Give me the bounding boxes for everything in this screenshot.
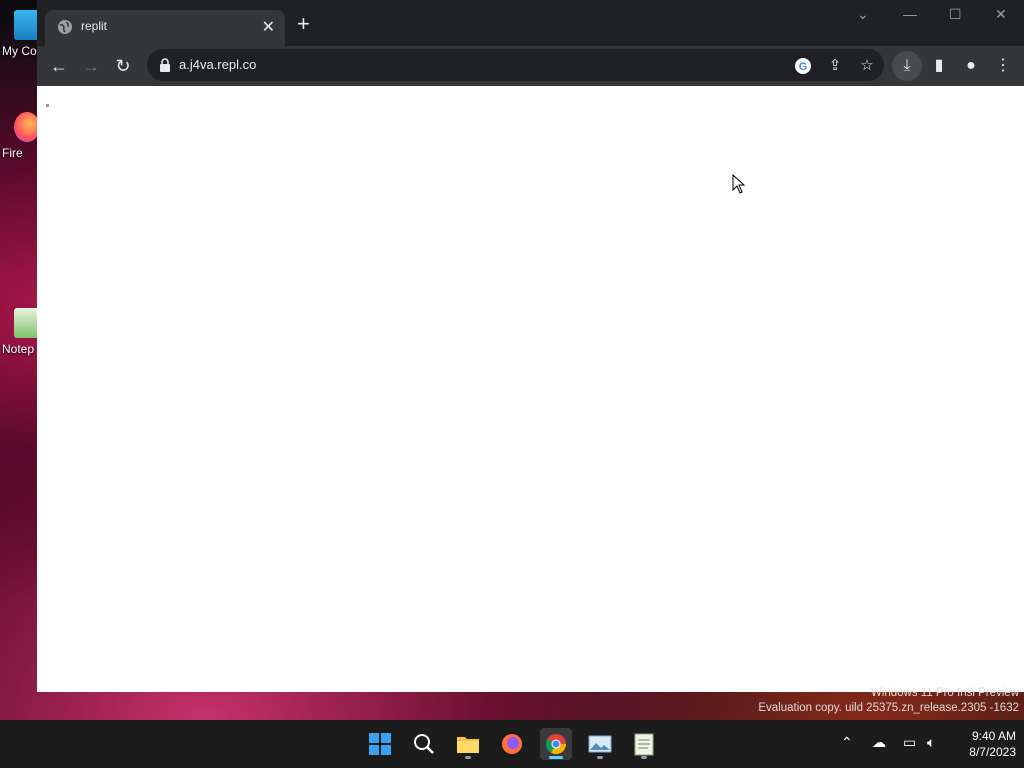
- start-button[interactable]: [364, 728, 396, 760]
- page-content: [37, 86, 1024, 692]
- close-window-button[interactable]: ✕: [995, 6, 1007, 23]
- desktop-icon-label: My Co: [2, 44, 37, 58]
- url-text: a.j4va.repl.co: [179, 57, 257, 72]
- address-bar[interactable]: a.j4va.repl.co G ⇪ ☆: [147, 49, 884, 81]
- clock-time: 9:40 AM: [971, 729, 1016, 743]
- minimize-button[interactable]: —: [903, 6, 917, 22]
- profile-avatar-icon[interactable]: ●: [959, 54, 983, 78]
- tab-strip: replit ✕ + ⌄ — ☐ ✕: [37, 0, 1024, 46]
- tab-title: replit: [81, 19, 108, 33]
- notepad-button[interactable]: [628, 728, 660, 760]
- tab-close-icon[interactable]: ✕: [262, 17, 275, 37]
- google-lens-icon[interactable]: G: [794, 57, 812, 75]
- taskbar: ⌃ ☁ ▭ 🔈︎ 9:40 AM 8/7/2023: [0, 720, 1024, 768]
- desktop-icon-my-computer[interactable]: My Co: [0, 10, 40, 58]
- desktop-icon-label: Fire: [2, 146, 23, 160]
- watermark-line-1: Windows 11 Pro Insi Preview: [870, 687, 1019, 699]
- watermark-line-2: Evaluation copy. uild 25375.zn_release.2…: [758, 702, 1019, 714]
- mouse-cursor-icon: [732, 174, 746, 194]
- side-panel-icon[interactable]: ▮: [927, 54, 951, 78]
- new-tab-button[interactable]: +: [297, 13, 310, 35]
- system-clock[interactable]: 9:40 AM 8/7/2023: [969, 728, 1016, 760]
- photos-app-button[interactable]: [584, 728, 616, 760]
- search-button[interactable]: [408, 728, 440, 760]
- bookmark-star-icon[interactable]: ☆: [858, 57, 876, 75]
- search-icon: [414, 734, 434, 754]
- desktop-icon-label: Notep: [2, 342, 35, 356]
- clock-date: 8/7/2023: [969, 745, 1016, 759]
- tray-overflow-chevron-icon[interactable]: ⌃: [841, 734, 853, 751]
- firefox-icon: [502, 734, 522, 754]
- file-explorer-button[interactable]: [452, 728, 484, 760]
- onedrive-offline-icon[interactable]: ☁: [872, 734, 886, 751]
- share-icon[interactable]: ⇪: [826, 57, 844, 75]
- broken-image-marker: [46, 104, 49, 107]
- windows-logo-icon: [369, 733, 391, 755]
- desktop-icon-firefox[interactable]: Fire: [0, 112, 40, 160]
- download-icon[interactable]: ⤓: [892, 51, 922, 81]
- svg-text:G: G: [799, 61, 808, 73]
- tab-search-chevron-icon[interactable]: ⌄: [857, 6, 869, 23]
- volume-icon[interactable]: 🔈︎: [927, 734, 935, 751]
- firefox-button[interactable]: [496, 728, 528, 760]
- windows-watermark: Windows 11 Pro Insi Preview Evaluation c…: [758, 686, 1019, 716]
- lock-icon: [160, 58, 170, 72]
- browser-toolbar: ← → ↻ a.j4va.repl.co G ⇪ ☆ ⤓ ▮ ● ⋮: [37, 46, 1024, 86]
- maximize-button[interactable]: ☐: [949, 6, 962, 23]
- browser-window: replit ✕ + ⌄ — ☐ ✕ ← → ↻ a.j4va.repl.co …: [37, 0, 1024, 692]
- globe-icon: [58, 20, 72, 34]
- back-button[interactable]: ←: [47, 54, 71, 78]
- chrome-button[interactable]: [540, 728, 572, 760]
- active-indicator: [549, 756, 563, 759]
- forward-button[interactable]: →: [79, 54, 103, 78]
- menu-kebab-icon[interactable]: ⋮: [991, 54, 1015, 78]
- running-indicator: [641, 756, 647, 759]
- running-indicator: [465, 756, 471, 759]
- tab-replit[interactable]: replit ✕: [45, 10, 285, 46]
- desktop-icon-notepad[interactable]: Notep: [0, 308, 40, 356]
- network-icon[interactable]: ▭: [903, 734, 916, 751]
- running-indicator: [597, 756, 603, 759]
- reload-button[interactable]: ↻: [111, 54, 135, 78]
